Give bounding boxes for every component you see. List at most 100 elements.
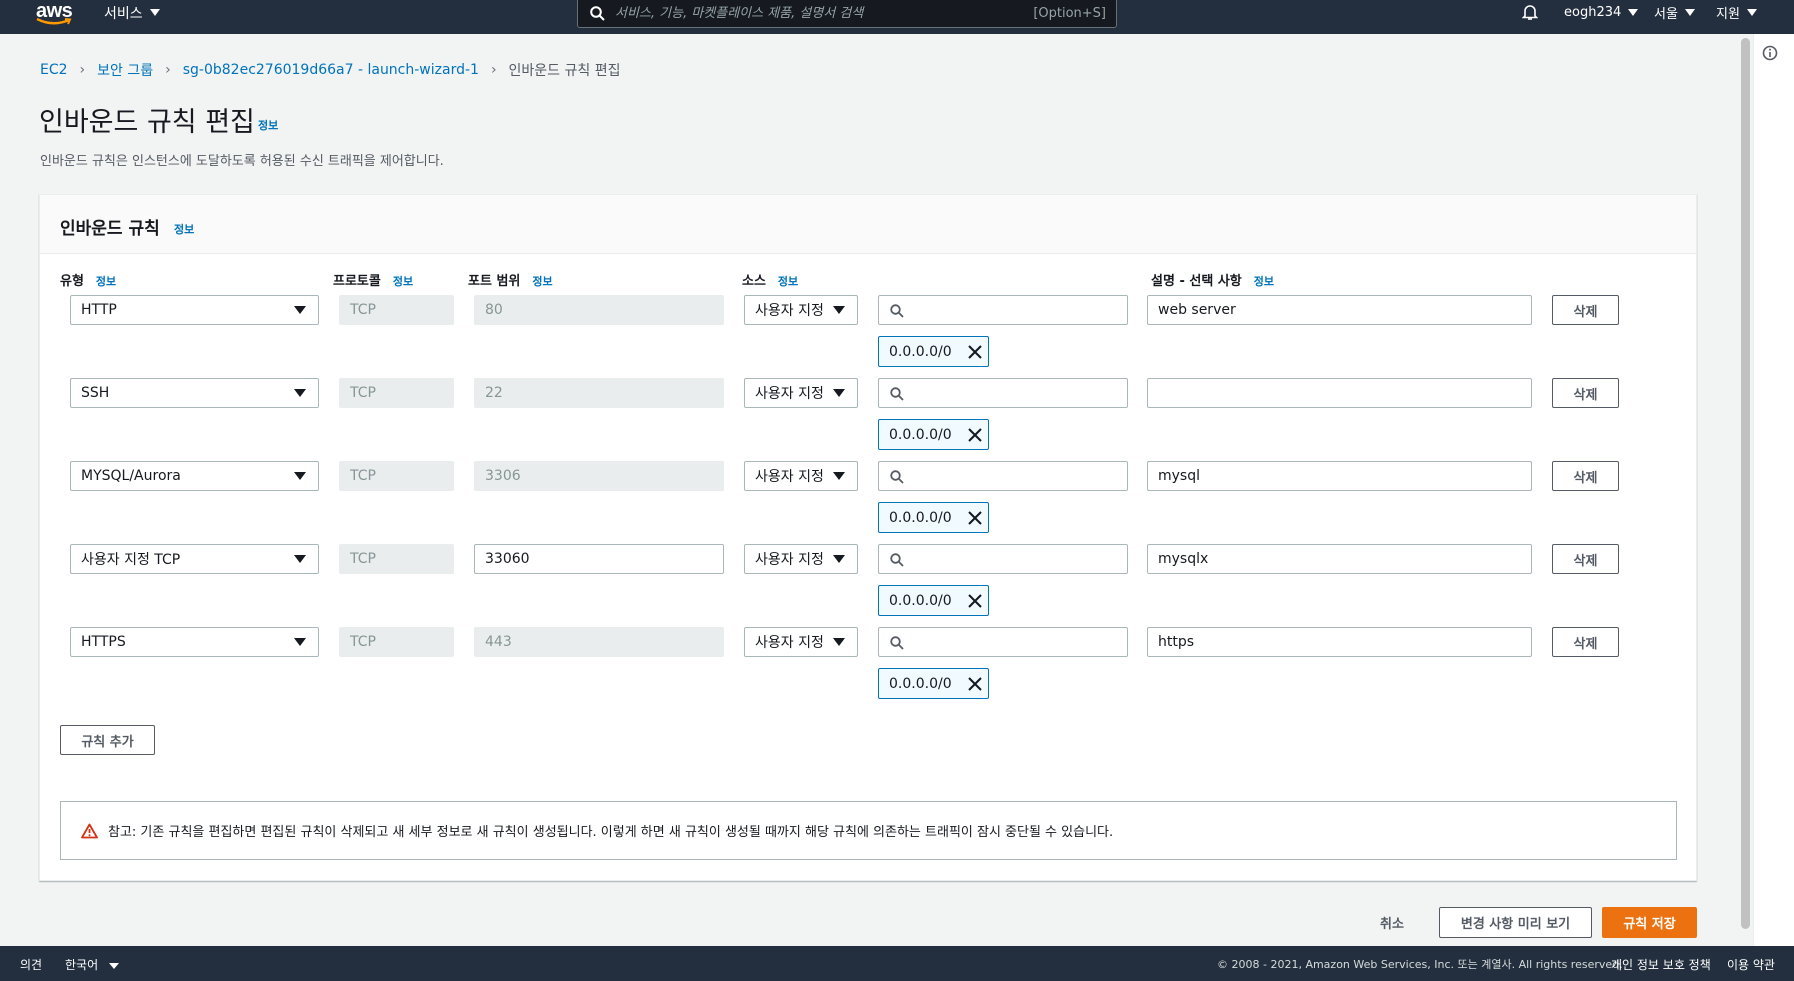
close-icon[interactable]	[966, 592, 984, 610]
rule-source-search-input[interactable]	[878, 295, 1128, 325]
account-name: eogh234	[1564, 5, 1622, 20]
rule-source-search-input[interactable]	[878, 544, 1128, 574]
rule-description-input[interactable]	[1147, 378, 1532, 408]
save-rules-button[interactable]: 규칙 저장	[1602, 907, 1697, 938]
caret-down-icon	[294, 472, 306, 480]
support-menu[interactable]: 지원	[1716, 0, 1757, 25]
rule-source-type-select[interactable]: 사용자 지정	[744, 461, 858, 491]
rule-description-input[interactable]: web server	[1147, 295, 1532, 325]
column-header-protocol-label: 프로토콜	[333, 274, 381, 289]
delete-rule-button[interactable]: 삭제	[1552, 461, 1619, 491]
page-info-link[interactable]: 정보	[258, 117, 278, 133]
close-icon[interactable]	[966, 509, 984, 527]
protocol-info-link[interactable]: 정보	[393, 273, 413, 289]
rule-type-select[interactable]: HTTPS	[70, 627, 319, 657]
language-selector[interactable]: 한국어	[65, 956, 119, 973]
rule-type-select[interactable]: SSH	[70, 378, 319, 408]
close-icon[interactable]	[966, 343, 984, 361]
delete-rule-button[interactable]: 삭제	[1552, 378, 1619, 408]
close-icon[interactable]	[966, 675, 984, 693]
account-menu[interactable]: eogh234	[1564, 0, 1639, 25]
scrollbar-thumb[interactable]	[1741, 38, 1750, 929]
aws-logo[interactable]: aws	[36, 1, 73, 29]
search-icon	[890, 304, 904, 318]
breadcrumb-security-group-id[interactable]: sg-0b82ec276019d66a7 - launch-wizard-1	[183, 62, 479, 78]
global-search[interactable]: [Option+S]	[577, 0, 1117, 28]
search-icon	[890, 470, 904, 484]
page-scrollbar[interactable]	[1738, 34, 1752, 946]
rule-source-search-input[interactable]	[878, 627, 1128, 657]
rule-port-range-field: 443	[474, 627, 724, 657]
preview-changes-button[interactable]: 변경 사항 미리 보기	[1439, 907, 1592, 938]
region-menu[interactable]: 서울	[1654, 0, 1695, 25]
rule-type-select[interactable]: MYSQL/Aurora	[70, 461, 319, 491]
breadcrumb-ec2[interactable]: EC2	[40, 62, 68, 78]
rule-source-search-input[interactable]	[878, 378, 1128, 408]
rule-type-select[interactable]: HTTP	[70, 295, 319, 325]
rule-source-type-select[interactable]: 사용자 지정	[744, 627, 858, 657]
rule-source-type-value: 사용자 지정	[755, 303, 824, 319]
rule-type-select[interactable]: 사용자 지정 TCP	[70, 544, 319, 574]
delete-rule-button[interactable]: 삭제	[1552, 544, 1619, 574]
rule-port-value: 22	[485, 385, 503, 401]
rule-description-value: https	[1158, 634, 1195, 650]
search-icon	[890, 553, 904, 567]
column-header-type: 유형 정보	[60, 270, 116, 289]
rule-description-input[interactable]: mysqlx	[1147, 544, 1532, 574]
delete-rule-button[interactable]: 삭제	[1552, 295, 1619, 325]
services-menu[interactable]: 서비스	[104, 0, 160, 25]
breadcrumb-current: 인바운드 규칙 편집	[508, 63, 621, 79]
feedback-link[interactable]: 의견	[20, 956, 42, 973]
add-rule-button[interactable]: 규칙 추가	[60, 725, 155, 755]
caret-down-icon	[294, 306, 306, 314]
cancel-button[interactable]: 취소	[1380, 906, 1404, 938]
rule-port-value: 80	[485, 302, 503, 318]
caret-down-icon	[833, 555, 845, 563]
rule-source-type-value: 사용자 지정	[755, 386, 824, 402]
info-circle-icon[interactable]	[1762, 45, 1778, 61]
rule-source-search-input[interactable]	[878, 461, 1128, 491]
notifications-button[interactable]	[1522, 0, 1538, 25]
rule-description-value: mysql	[1158, 468, 1200, 484]
privacy-policy-link[interactable]: 개인 정보 보호 정책	[1611, 956, 1711, 973]
services-label: 서비스	[104, 5, 143, 22]
caret-down-icon	[833, 638, 845, 646]
panel-title: 인바운드 규칙	[60, 219, 160, 239]
rule-cidr-token: 0.0.0.0/0	[878, 336, 989, 367]
column-header-description: 설명 - 선택 사항 정보	[1151, 270, 1274, 289]
delete-rule-button[interactable]: 삭제	[1552, 627, 1619, 657]
rule-source-type-select[interactable]: 사용자 지정	[744, 544, 858, 574]
page-title: 인바운드 규칙 편집	[39, 107, 255, 138]
rule-description-input[interactable]: mysql	[1147, 461, 1532, 491]
rule-source-type-select[interactable]: 사용자 지정	[744, 295, 858, 325]
rule-cidr-token: 0.0.0.0/0	[878, 668, 989, 699]
search-shortcut-hint: [Option+S]	[1033, 6, 1106, 21]
rule-description-input[interactable]: https	[1147, 627, 1532, 657]
rule-port-value: 443	[485, 634, 512, 650]
rule-port-range-field[interactable]: 33060	[474, 544, 724, 574]
rule-type-value: SSH	[81, 385, 110, 401]
port-info-link[interactable]: 정보	[532, 273, 552, 289]
rule-type-value: HTTPS	[81, 634, 126, 650]
aws-smile-icon	[36, 18, 72, 25]
rule-source-type-select[interactable]: 사용자 지정	[744, 378, 858, 408]
rule-protocol-field: TCP	[339, 461, 454, 491]
search-icon	[890, 636, 904, 650]
close-icon[interactable]	[966, 426, 984, 444]
panel-info-link[interactable]: 정보	[174, 221, 194, 237]
description-info-link[interactable]: 정보	[1254, 273, 1274, 289]
breadcrumb-security-groups[interactable]: 보안 그룹	[97, 60, 153, 80]
rule-protocol-value: TCP	[350, 385, 376, 401]
search-input[interactable]	[615, 6, 1034, 21]
rule-source-type-value: 사용자 지정	[755, 635, 824, 651]
tools-panel-toggle	[1753, 34, 1794, 946]
bell-icon	[1522, 5, 1538, 20]
caret-down-icon	[1684, 9, 1695, 16]
caret-down-icon	[108, 963, 119, 969]
warning-alert-text: 참고: 기존 규칙을 편집하면 편집된 규칙이 삭제되고 새 세부 정보로 새 …	[108, 825, 1114, 840]
type-info-link[interactable]: 정보	[96, 273, 116, 289]
rule-cidr-value: 0.0.0.0/0	[889, 592, 952, 609]
terms-link[interactable]: 이용 약관	[1727, 956, 1775, 973]
warning-alert: 참고: 기존 규칙을 편집하면 편집된 규칙이 삭제되고 새 세부 정보로 새 …	[60, 801, 1677, 860]
source-info-link[interactable]: 정보	[778, 273, 798, 289]
